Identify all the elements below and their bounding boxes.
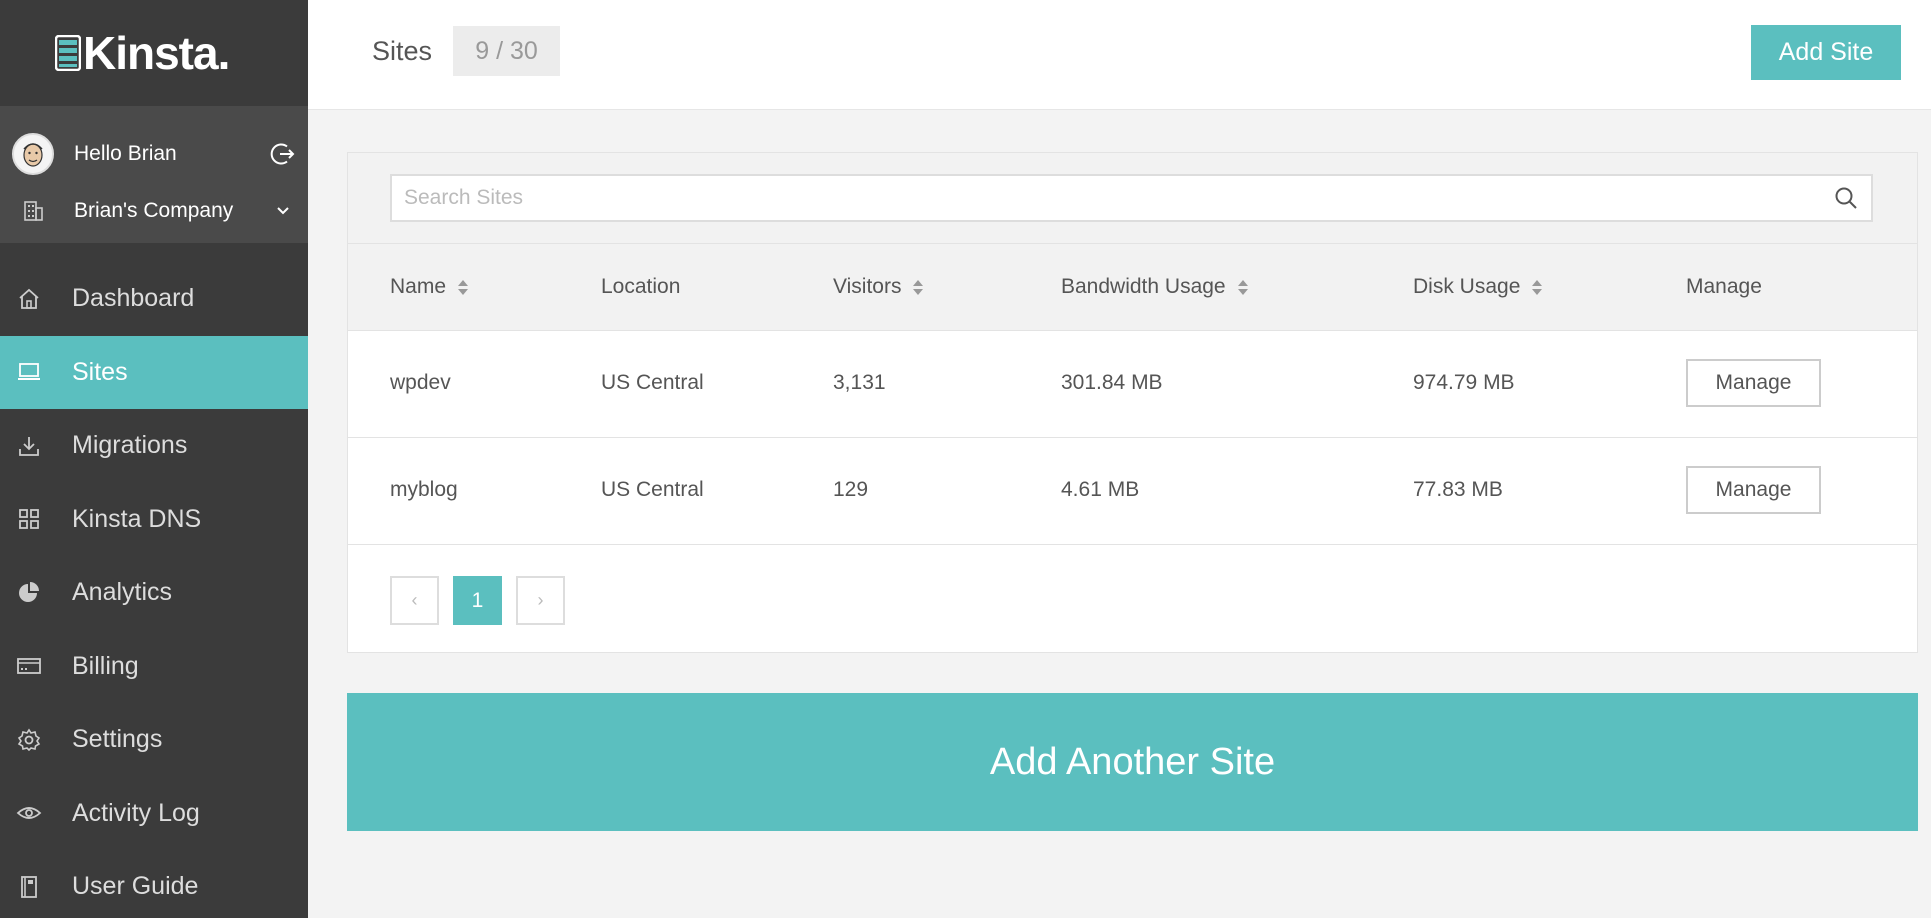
top-bar: Sites 9 / 30 Add Site (308, 0, 1931, 110)
grid-icon (16, 506, 42, 532)
home-icon (16, 286, 42, 312)
sites-card: Name Location Visitors Bandwidth Usage D… (347, 152, 1918, 653)
sidebar-item-label: Billing (72, 651, 139, 680)
sidebar-item-label: Sites (72, 357, 128, 386)
add-site-button[interactable]: Add Site (1751, 25, 1901, 80)
table-row: wpdev US Central 3,131 301.84 MB 974.79 … (348, 331, 1917, 438)
user-row: Hello Brian (0, 126, 308, 182)
search-input[interactable] (392, 176, 1833, 220)
sidebar-item-kinsta-dns[interactable]: Kinsta DNS (0, 483, 308, 557)
sidebar-item-label: Kinsta DNS (72, 504, 202, 533)
column-header-location: Location (601, 275, 680, 299)
site-name[interactable]: wpdev (390, 371, 451, 395)
sidebar-item-label: Activity Log (72, 798, 200, 827)
pagination: ‹ 1 › (390, 576, 579, 625)
building-icon (24, 201, 43, 221)
sidebar-item-label: Settings (72, 725, 163, 754)
sidebar-item-label: Analytics (72, 578, 173, 607)
site-bandwidth: 4.61 MB (1061, 478, 1140, 501)
chevron-down-icon (277, 207, 289, 215)
page-1-button[interactable]: 1 (453, 576, 502, 625)
building-icon-wrap (12, 200, 54, 222)
table-row: myblog US Central 129 4.61 MB 77.83 MB M… (348, 438, 1917, 545)
column-header-disk[interactable]: Disk Usage (1413, 275, 1543, 299)
sort-icon (1532, 279, 1543, 295)
search-box (390, 174, 1873, 222)
pie-chart-icon (16, 580, 42, 606)
sidebar-item-activity-log[interactable]: Activity Log (0, 777, 308, 851)
sidebar-item-migrations[interactable]: Migrations (0, 409, 308, 483)
search-strip (348, 153, 1917, 244)
site-visitors: 3,131 (833, 371, 886, 394)
column-header-visitors[interactable]: Visitors (833, 275, 924, 299)
sidebar-item-sites[interactable]: Sites (0, 335, 308, 409)
site-name[interactable]: myblog (390, 478, 458, 502)
download-icon (16, 433, 42, 459)
site-bandwidth: 301.84 MB (1061, 371, 1163, 394)
sidebar-item-analytics[interactable]: Analytics (0, 556, 308, 630)
sort-icon (458, 279, 469, 295)
table-header: Name Location Visitors Bandwidth Usage D… (348, 244, 1917, 331)
company-name: Brian's Company (74, 199, 234, 222)
manage-button[interactable]: Manage (1686, 466, 1821, 514)
add-another-site-button[interactable]: Add Another Site (347, 693, 1918, 831)
prev-page-button[interactable]: ‹ (390, 576, 439, 625)
sidebar-item-dashboard[interactable]: Dashboard (0, 262, 308, 336)
column-label: Location (601, 275, 681, 298)
credit-card-icon (16, 653, 42, 679)
column-header-name[interactable]: Name (390, 275, 469, 299)
site-location: US Central (601, 478, 704, 501)
logo-area: Kinsta. (0, 0, 308, 106)
page-title: Sites (372, 36, 433, 66)
site-visitors: 129 (833, 478, 869, 501)
monitor-icon (16, 359, 42, 385)
sidebar: Kinsta. Hello Brian Brian's Company Dash… (0, 0, 308, 918)
search-icon[interactable] (1833, 185, 1859, 211)
manage-button[interactable]: Manage (1686, 359, 1821, 407)
column-label: Bandwidth Usage (1061, 275, 1226, 298)
book-icon (16, 874, 42, 900)
sidebar-item-label: Migrations (72, 431, 188, 460)
next-page-button[interactable]: › (516, 576, 565, 625)
sidebar-item-settings[interactable]: Settings (0, 703, 308, 777)
company-switcher[interactable]: Brian's Company (0, 183, 308, 239)
site-disk: 77.83 MB (1413, 478, 1503, 501)
site-disk: 974.79 MB (1413, 371, 1515, 394)
sort-icon (913, 279, 924, 295)
logo-text: Kinsta. (83, 27, 230, 79)
avatar[interactable] (12, 133, 54, 175)
sidebar-item-user-guide[interactable]: User Guide (0, 850, 308, 918)
user-area: Hello Brian Brian's Company (0, 106, 308, 243)
column-label: Disk Usage (1413, 275, 1521, 298)
gear-icon (16, 727, 42, 753)
column-header-manage: Manage (1686, 275, 1762, 299)
column-label: Visitors (833, 275, 902, 298)
sidebar-item-label: User Guide (72, 872, 199, 901)
column-label: Name (390, 275, 447, 298)
logout-icon[interactable] (270, 141, 296, 167)
server-logo-icon (55, 35, 81, 71)
eye-icon (16, 800, 42, 826)
sites-count-badge: 9 / 30 (453, 26, 560, 76)
sidebar-item-label: Dashboard (72, 284, 195, 313)
column-header-bandwidth[interactable]: Bandwidth Usage (1061, 275, 1248, 299)
greeting: Hello Brian (74, 142, 177, 165)
column-label: Manage (1686, 275, 1762, 298)
sort-icon (1237, 279, 1248, 295)
avatar-face-icon (14, 135, 52, 173)
kinsta-logo[interactable]: Kinsta. (55, 26, 230, 80)
site-location: US Central (601, 371, 704, 394)
sidebar-item-billing[interactable]: Billing (0, 630, 308, 704)
sidebar-nav: Dashboard Sites Migrations Kinsta DNS An… (0, 262, 308, 918)
